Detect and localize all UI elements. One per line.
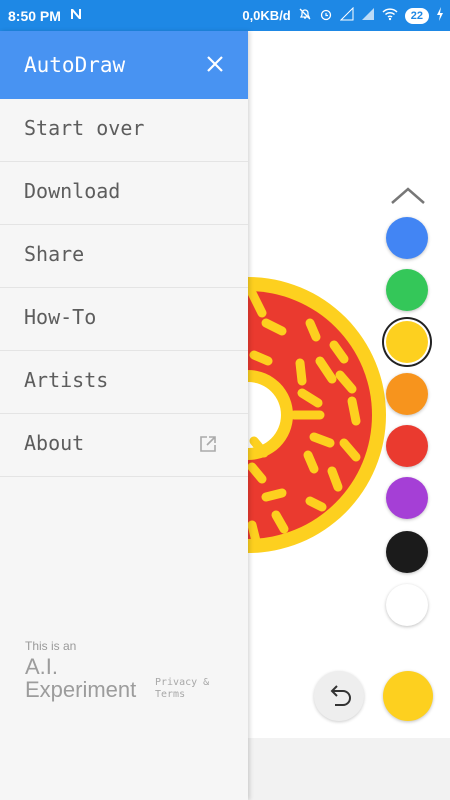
menu-item-label: Start over bbox=[24, 116, 145, 140]
logo-line-1: A.I. bbox=[25, 654, 59, 679]
network-speed: 0,0KB/d bbox=[242, 8, 291, 23]
color-swatch-yellow-selected[interactable] bbox=[386, 321, 428, 363]
4g-signal-icon bbox=[361, 7, 375, 24]
menu-item-about[interactable]: About bbox=[0, 414, 248, 477]
external-link-icon bbox=[198, 434, 218, 454]
ai-experiment-logo[interactable]: A.I. Experiment bbox=[25, 655, 136, 701]
notification-n-icon bbox=[69, 7, 83, 24]
status-bar: 8:50 PM 0,0KB/d 22 bbox=[0, 0, 450, 31]
alarm-icon bbox=[319, 7, 333, 24]
color-swatch-white[interactable] bbox=[386, 584, 428, 626]
menu-item-label: Share bbox=[24, 242, 85, 266]
close-drawer-button[interactable] bbox=[200, 49, 230, 79]
color-swatch-red[interactable] bbox=[386, 425, 428, 467]
undo-icon bbox=[330, 685, 351, 706]
privacy-terms-link[interactable]: Privacy & Terms bbox=[155, 677, 209, 701]
battery-icon: 22 bbox=[404, 7, 429, 24]
status-time: 8:50 PM bbox=[8, 7, 61, 24]
menu-item-label: Download bbox=[24, 179, 121, 203]
color-swatch-black[interactable] bbox=[386, 531, 428, 573]
footer-tagline: This is an bbox=[25, 639, 77, 653]
menu-item-how-to[interactable]: How-To bbox=[0, 288, 248, 351]
menu-item-label: About bbox=[24, 431, 85, 455]
color-swatch-orange[interactable] bbox=[386, 373, 428, 415]
menu-item-download[interactable]: Download bbox=[0, 162, 248, 225]
terms-link-text: Terms bbox=[155, 689, 186, 700]
undo-button[interactable] bbox=[314, 671, 364, 721]
menu-item-share[interactable]: Share bbox=[0, 225, 248, 288]
palette-collapse-chevron-icon[interactable] bbox=[388, 185, 428, 207]
menu-item-label: Artists bbox=[24, 368, 109, 392]
logo-line-2: Experiment bbox=[25, 677, 137, 702]
menu-item-start-over[interactable]: Start over bbox=[0, 99, 248, 162]
color-swatch-green[interactable] bbox=[386, 269, 428, 311]
navigation-drawer: AutoDraw Start over Download Share How-T… bbox=[0, 31, 248, 800]
drawer-menu: Start over Download Share How-To Artists… bbox=[0, 99, 248, 477]
color-swatch-blue[interactable] bbox=[386, 217, 428, 259]
menu-item-artists[interactable]: Artists bbox=[0, 351, 248, 414]
app-title: AutoDraw bbox=[24, 53, 126, 77]
mute-icon bbox=[298, 7, 312, 24]
drawer-header: AutoDraw bbox=[0, 31, 248, 99]
close-icon bbox=[207, 56, 223, 72]
charging-icon bbox=[436, 7, 444, 24]
privacy-link-text: Privacy & bbox=[155, 677, 210, 688]
wifi-icon bbox=[382, 7, 398, 24]
menu-item-label: How-To bbox=[24, 305, 97, 329]
color-swatch-purple[interactable] bbox=[386, 477, 428, 519]
signal-icon bbox=[339, 6, 354, 24]
current-color-button[interactable] bbox=[383, 671, 433, 721]
